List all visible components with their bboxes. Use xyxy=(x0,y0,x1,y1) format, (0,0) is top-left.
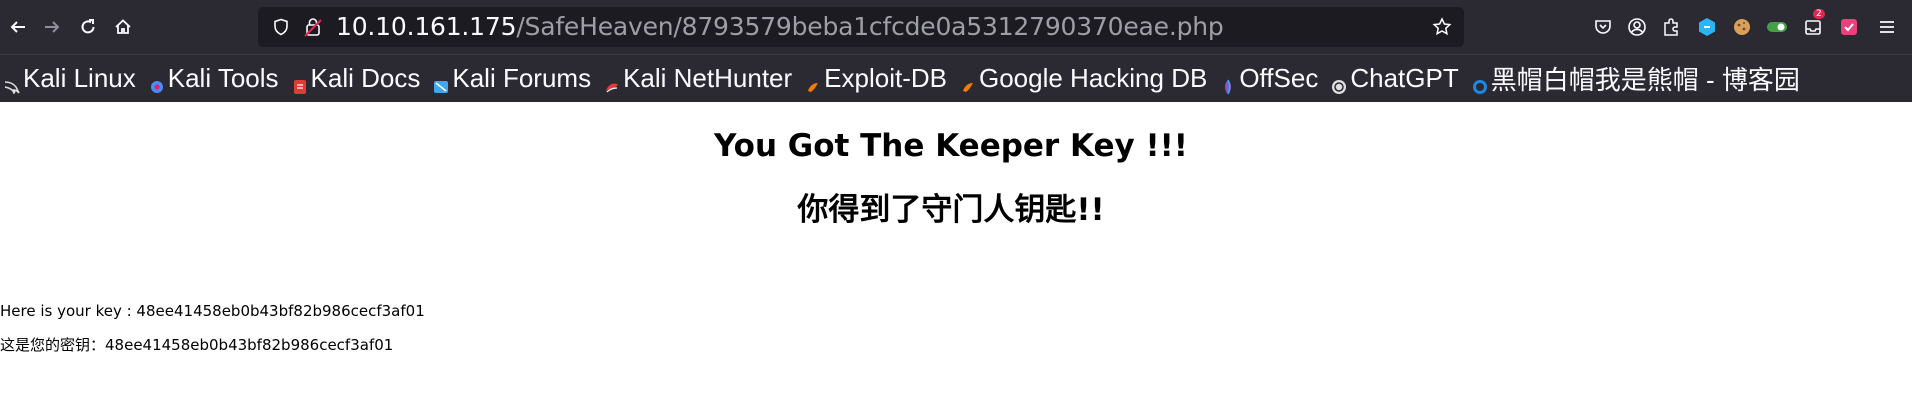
reload-button[interactable] xyxy=(70,9,106,45)
kali-forums-icon xyxy=(433,71,449,93)
bookmark-google-hacking-db[interactable]: Google Hacking DB xyxy=(960,63,1207,94)
hamburger-menu-icon xyxy=(1880,21,1894,33)
bookmark-kali-forums[interactable]: Kali Forums xyxy=(433,63,591,94)
url-text[interactable]: 10.10.161.175/SafeHeaven/8793579beba1cfc… xyxy=(336,12,1224,41)
shield-icon[interactable] xyxy=(272,18,290,40)
bookmark-label: 黑帽白帽我是熊帽 - 博客园 xyxy=(1490,65,1800,95)
puzzle-icon xyxy=(1664,18,1678,36)
bookmark-kali-tools[interactable]: Kali Tools xyxy=(149,63,279,94)
bookmark-kali-linux[interactable]: Kali Linux xyxy=(4,63,136,94)
home-button[interactable] xyxy=(105,9,141,45)
toggle-extension-icon xyxy=(1767,22,1787,32)
account-icon xyxy=(1628,18,1646,36)
bookmark-label: ChatGPT xyxy=(1350,63,1459,93)
nethunter-icon xyxy=(604,71,620,92)
home-icon xyxy=(115,19,131,34)
notification-badge: 2 xyxy=(1813,9,1825,19)
arrow-left-icon xyxy=(10,21,25,33)
forward-button[interactable] xyxy=(34,9,70,45)
bookmark-label: Kali Tools xyxy=(167,63,279,93)
bookmark-label: Exploit-DB xyxy=(824,63,947,93)
extensions-button[interactable] xyxy=(1656,12,1686,42)
ghdb-icon xyxy=(960,71,976,92)
offsec-icon xyxy=(1220,71,1236,94)
hexagon-extension-icon xyxy=(1699,18,1715,36)
bookmark-star-icon[interactable] xyxy=(1432,17,1452,41)
extension-toggle-button[interactable] xyxy=(1762,12,1792,42)
pocket-icon xyxy=(1595,20,1611,34)
kali-docs-icon xyxy=(292,71,308,94)
address-bar[interactable]: 10.10.161.175/SafeHeaven/8793579beba1cfc… xyxy=(258,7,1464,47)
key-line-english: Here is your key : 48ee41458eb0b43bf82b9… xyxy=(0,302,425,320)
bookmark-label: OffSec xyxy=(1239,63,1319,93)
bookmark-label: Kali NetHunter xyxy=(623,63,793,93)
pink-extension-icon xyxy=(1841,19,1857,35)
bookmark-cnblogs[interactable]: 黑帽白帽我是熊帽 - 博客园 xyxy=(1472,60,1800,97)
kali-dragon-icon xyxy=(4,71,20,94)
bookmark-label: Kali Docs xyxy=(310,63,421,93)
kali-tools-icon xyxy=(149,71,165,93)
bookmark-label: Google Hacking DB xyxy=(978,63,1208,93)
heading-chinese: 你得到了守门人钥匙!! xyxy=(797,192,1105,228)
bookmark-chatgpt[interactable]: ChatGPT xyxy=(1331,63,1459,94)
insecure-lock-icon[interactable] xyxy=(304,17,322,41)
app-menu-button[interactable] xyxy=(1872,12,1902,42)
extension-hex-button[interactable] xyxy=(1692,12,1722,42)
pocket-button[interactable] xyxy=(1588,12,1618,42)
bookmark-exploit-db[interactable]: Exploit-DB xyxy=(805,63,947,94)
bookmark-kali-docs[interactable]: Kali Docs xyxy=(292,63,421,94)
bookmarks-toolbar: Kali Linux Kali Tools Kali Docs Kali For… xyxy=(0,54,1912,102)
browser-toolbar: 10.10.161.175/SafeHeaven/8793579beba1cfc… xyxy=(0,0,1912,54)
inbox-icon xyxy=(1805,20,1821,35)
url-host: 10.10.161.175 xyxy=(336,12,517,41)
account-button[interactable] xyxy=(1622,12,1652,42)
bookmark-label: Kali Forums xyxy=(452,63,592,93)
bookmark-label: Kali Linux xyxy=(23,63,136,93)
extension-notifications-button[interactable]: 2 xyxy=(1798,9,1828,42)
key-line-chinese: 这是您的密钥：48ee41458eb0b43bf82b986cecf3af01 xyxy=(0,336,394,354)
chatgpt-icon xyxy=(1331,71,1347,94)
heading-english: You Got The Keeper Key !!! xyxy=(714,128,1188,164)
reload-icon xyxy=(81,19,95,34)
arrow-right-icon xyxy=(45,21,60,33)
extension-pink-button[interactable] xyxy=(1834,12,1864,42)
cnblogs-icon xyxy=(1472,71,1488,94)
url-path: /SafeHeaven/8793579beba1cfcde0a531279037… xyxy=(516,12,1224,41)
bookmark-offsec[interactable]: OffSec xyxy=(1220,63,1318,94)
exploit-db-icon xyxy=(805,71,821,92)
bookmark-kali-nethunter[interactable]: Kali NetHunter xyxy=(604,63,792,94)
back-button[interactable] xyxy=(0,9,36,45)
cookie-icon xyxy=(1734,19,1750,35)
extension-cookie-button[interactable] xyxy=(1727,12,1757,42)
